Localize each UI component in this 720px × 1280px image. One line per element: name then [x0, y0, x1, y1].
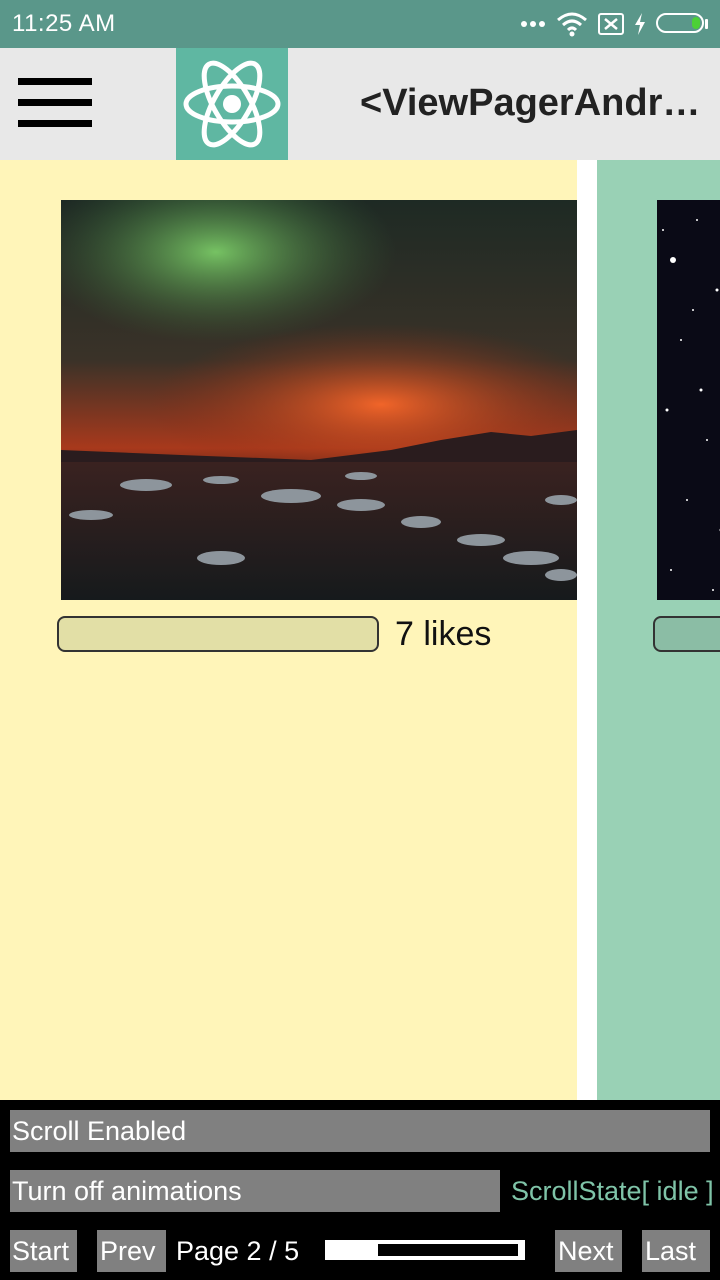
battery-icon: [656, 13, 708, 35]
status-icons: [520, 10, 708, 38]
pager-controls: Scroll Enabled Turn off animations Scrol…: [0, 1100, 720, 1280]
charging-icon: [635, 13, 645, 35]
pager-page-current[interactable]: 7 likes: [0, 160, 577, 1100]
prev-button[interactable]: Prev: [97, 1230, 166, 1272]
app-logo: [176, 48, 288, 160]
app-bar: <ViewPagerAndroid>: [0, 48, 720, 160]
status-time: 11:25 AM: [12, 10, 116, 37]
more-dots-icon: [521, 21, 545, 27]
status-bar: 11:25 AM: [0, 0, 720, 48]
page-progress-bar: [325, 1240, 525, 1260]
page-progress-track: [378, 1244, 518, 1256]
like-button-next[interactable]: [653, 616, 720, 652]
likes-count: 7 likes: [395, 615, 492, 653]
view-pager[interactable]: 7 likes: [0, 160, 720, 1100]
page-indicator: Page 2 / 5: [176, 1236, 300, 1266]
last-button[interactable]: Last: [642, 1230, 710, 1272]
scroll-enabled-button[interactable]: Scroll Enabled: [10, 1110, 710, 1152]
starfield-photo: [657, 200, 720, 600]
menu-icon: [18, 78, 94, 130]
toggle-animations-button[interactable]: Turn off animations: [10, 1170, 500, 1212]
react-logo-icon: [183, 60, 281, 148]
aurora-landscape-photo: [61, 200, 577, 600]
like-button[interactable]: [57, 616, 379, 652]
pager-page-next[interactable]: [597, 160, 720, 1100]
start-button[interactable]: Start: [10, 1230, 77, 1272]
no-sim-icon: [598, 13, 624, 35]
app-title: <ViewPagerAndroid>: [360, 82, 710, 124]
scroll-state-text: ScrollState[ idle ]: [511, 1176, 714, 1206]
next-button[interactable]: Next: [555, 1230, 622, 1272]
menu-button[interactable]: [18, 78, 94, 130]
wifi-icon: [557, 12, 587, 37]
